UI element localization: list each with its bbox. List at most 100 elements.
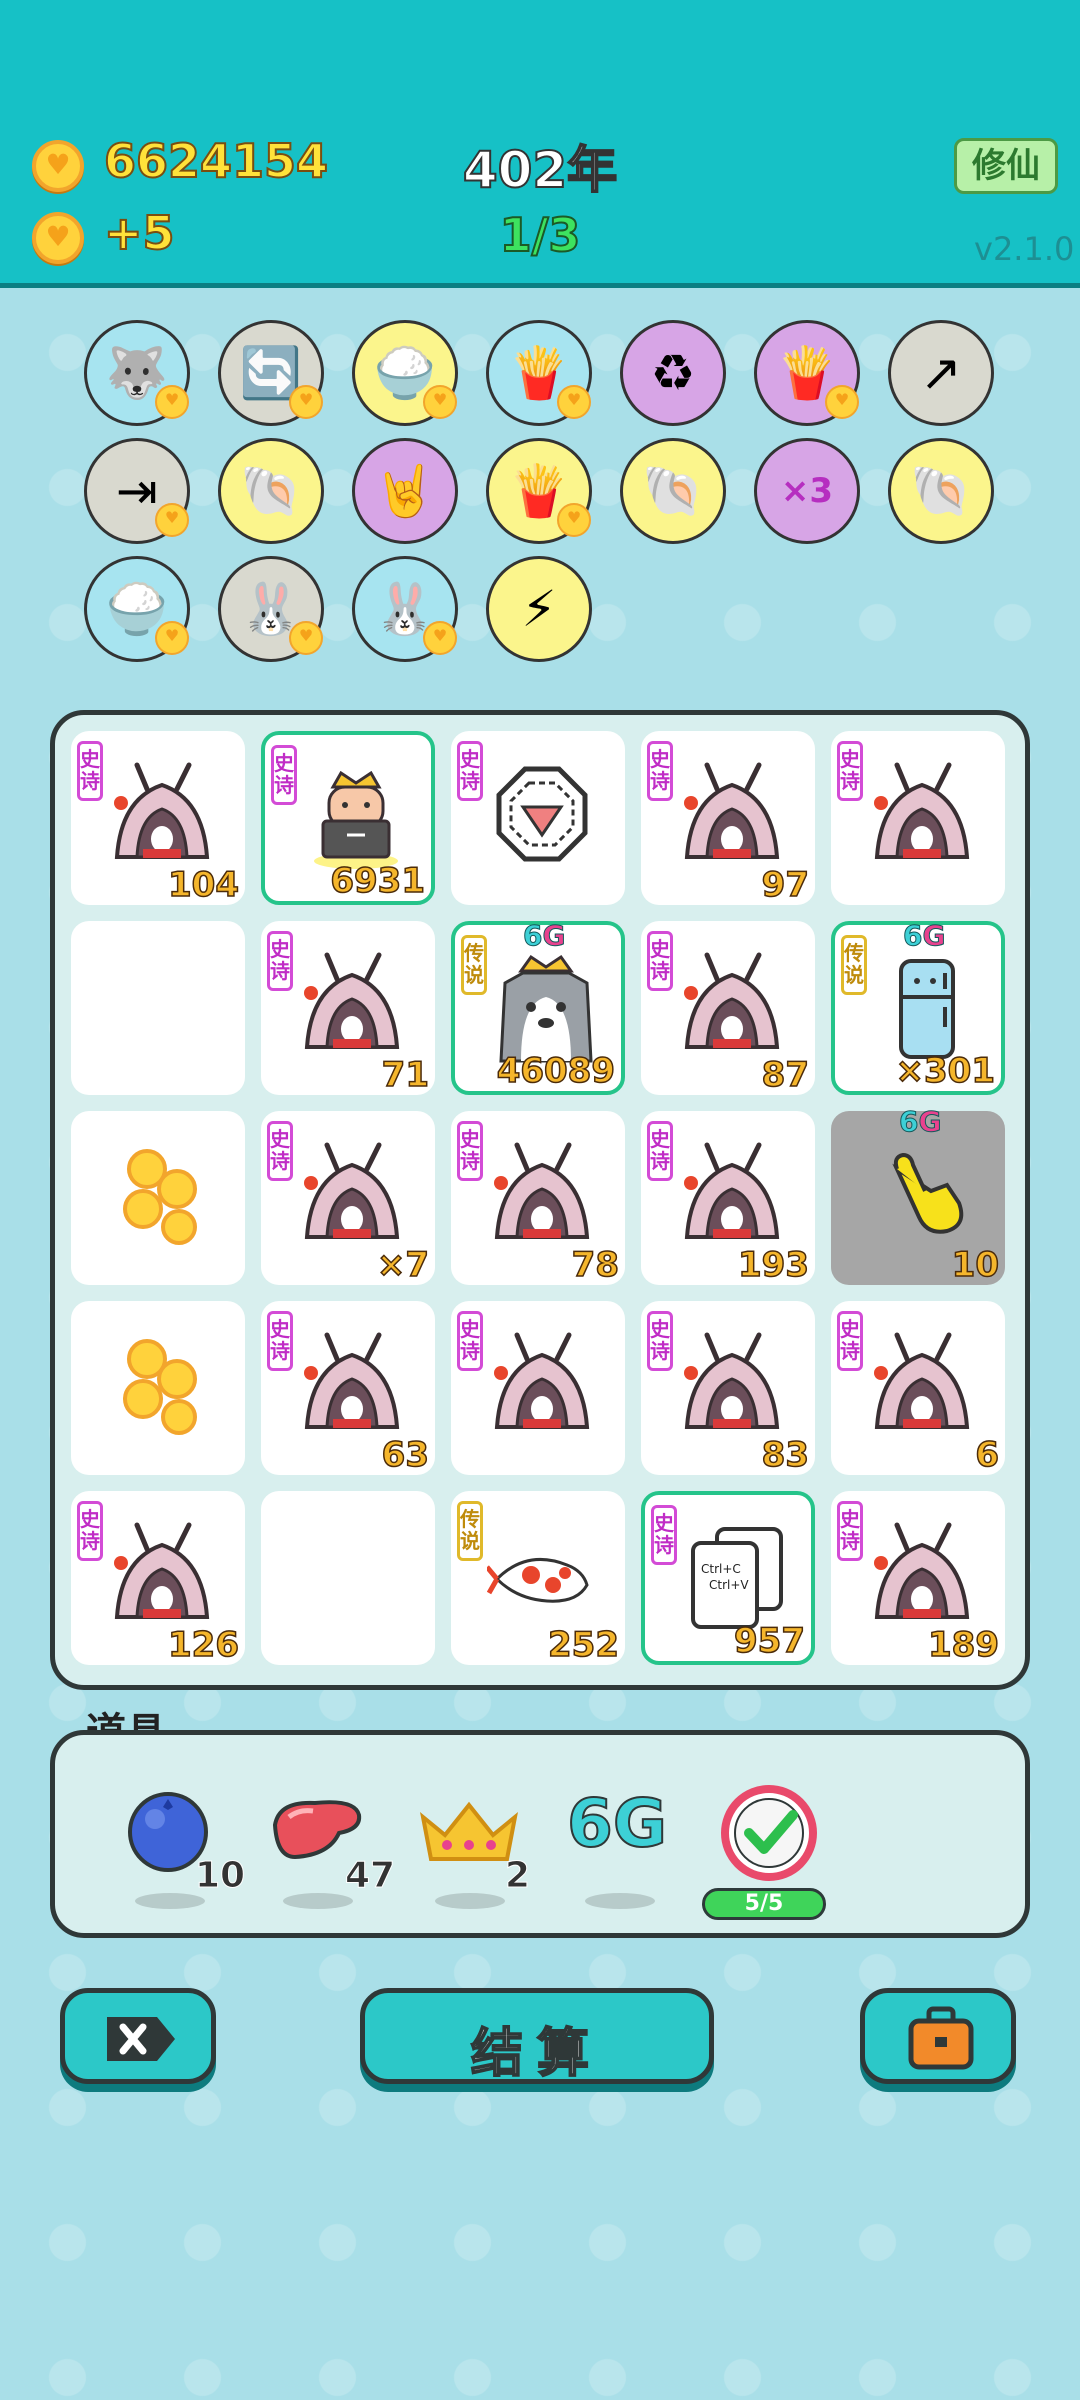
epic-tag: 史诗 bbox=[837, 1311, 863, 1371]
shell-icon[interactable]: 🐚 bbox=[218, 438, 324, 544]
board-cell-rabbit-hut[interactable]: 史诗 71 bbox=[261, 921, 435, 1096]
epic-tag: 史诗 bbox=[267, 1311, 293, 1371]
board-cell-fridge[interactable]: 传说 6G ×301 bbox=[831, 919, 1005, 1095]
rock-hand-icon-glyph: 🤘 bbox=[373, 461, 437, 520]
epic-tag: 史诗 bbox=[647, 1121, 673, 1181]
heart-badge-icon: ♥ bbox=[155, 385, 189, 419]
rock-hand-icon[interactable]: 🤘 bbox=[352, 438, 458, 544]
board-cell-king-face[interactable]: 史诗 6931 bbox=[261, 731, 435, 905]
rabbit-hut-icon bbox=[677, 759, 787, 869]
check-progress: 5/5 bbox=[702, 1888, 826, 1920]
epic-tag: 史诗 bbox=[267, 931, 293, 991]
epic-tag: 史诗 bbox=[271, 745, 297, 805]
shell-icon[interactable]: 🐚 bbox=[620, 438, 726, 544]
cell-count: 193 bbox=[737, 1244, 809, 1286]
exit-button[interactable] bbox=[60, 1988, 216, 2084]
top-bar: 6624154 +5 402年 1/3 修仙 v2.1.0 bbox=[0, 0, 1080, 288]
lightning-icon[interactable]: ⚡ bbox=[486, 556, 592, 662]
recycle-arrows-icon[interactable]: 🔄 ♥ bbox=[218, 320, 324, 426]
cell-count: ×301 bbox=[895, 1050, 996, 1092]
rabbit-hut-icon bbox=[677, 949, 787, 1059]
briefcase-icon bbox=[908, 2006, 974, 2070]
6g-item[interactable]: 6G bbox=[566, 1784, 668, 1863]
board-cell-empty[interactable] bbox=[71, 921, 245, 1095]
cell-count: ×7 bbox=[376, 1244, 430, 1286]
board-cell-bagua[interactable]: 史诗 bbox=[451, 731, 625, 905]
fries-icon[interactable]: 🍟 ♥ bbox=[486, 320, 592, 426]
board-cell-coins-pile[interactable] bbox=[71, 1301, 245, 1475]
recycle-symbol-icon[interactable]: ♻ bbox=[620, 320, 726, 426]
board-cell-rabbit-hut[interactable]: 史诗 78 bbox=[451, 1111, 625, 1286]
multiplier-face-icon[interactable]: ×3 bbox=[754, 438, 860, 544]
heart-badge-icon: ♥ bbox=[289, 621, 323, 655]
skip-icon[interactable]: ⇥ ♥ bbox=[84, 438, 190, 544]
rabbit-hut-icon bbox=[297, 1329, 407, 1439]
settle-button[interactable]: 结算 bbox=[360, 1988, 714, 2085]
inventory-button[interactable] bbox=[860, 1988, 1016, 2084]
fries-icon[interactable]: 🍟 ♥ bbox=[486, 438, 592, 544]
cell-count: 252 bbox=[547, 1624, 619, 1666]
rabbit-hut-icon bbox=[297, 1139, 407, 1249]
legend-tag: 传说 bbox=[841, 935, 867, 995]
legend-tag: 传说 bbox=[461, 935, 487, 995]
board-cell-empty[interactable] bbox=[261, 1491, 435, 1665]
board-cell-rabbit-hut[interactable]: 史诗 63 bbox=[261, 1301, 435, 1476]
cell-count: 87 bbox=[761, 1054, 810, 1096]
husky-dog-icon[interactable]: 🐺 ♥ bbox=[84, 320, 190, 426]
svg-text:Ctrl+V: Ctrl+V bbox=[709, 1578, 749, 1592]
board-cell-coins-pile[interactable] bbox=[71, 1111, 245, 1285]
crown-count: 2 bbox=[504, 1855, 531, 1897]
svg-text:Ctrl+C: Ctrl+C bbox=[701, 1562, 741, 1576]
epic-tag: 史诗 bbox=[837, 741, 863, 801]
board-cell-rabbit-hut[interactable]: 史诗 bbox=[831, 731, 1005, 905]
heart-badge-icon: ♥ bbox=[289, 385, 323, 419]
heart-badge-icon: ♥ bbox=[557, 503, 591, 537]
board-cell-ctrl-c-v[interactable]: Ctrl+C Ctrl+V 史诗 957 bbox=[641, 1491, 815, 1665]
board-cell-rabbit-hut[interactable]: 史诗 97 bbox=[641, 731, 815, 906]
board-cell-husky-king[interactable]: 传说 6G 46089 bbox=[451, 919, 625, 1095]
shell-icon-glyph: 🐚 bbox=[239, 461, 303, 520]
epic-tag: 史诗 bbox=[457, 741, 483, 801]
board-cell-rabbit-hut[interactable]: 史诗 bbox=[451, 1301, 625, 1475]
cell-count: 6931 bbox=[330, 860, 426, 902]
board-cell-rabbit-hut[interactable]: 史诗 193 bbox=[641, 1111, 815, 1286]
board-cell-rabbit-hut[interactable]: 史诗 104 bbox=[71, 731, 245, 906]
board-cell-rabbit-hut[interactable]: 史诗 126 bbox=[71, 1491, 245, 1666]
epic-tag: 史诗 bbox=[457, 1121, 483, 1181]
fries-icon[interactable]: 🍟 ♥ bbox=[754, 320, 860, 426]
board-cell-rabbit-hut[interactable]: 史诗 83 bbox=[641, 1301, 815, 1476]
legend-tag: 传说 bbox=[457, 1501, 483, 1561]
check-icon[interactable] bbox=[719, 1783, 819, 1883]
rice-bowl-icon[interactable]: 🍚 ♥ bbox=[352, 320, 458, 426]
coin-icon bbox=[32, 212, 84, 264]
shell-icon[interactable]: 🐚 bbox=[888, 438, 994, 544]
board-cell-koi-fish[interactable]: 传说 252 bbox=[451, 1491, 625, 1666]
cell-count: 957 bbox=[733, 1620, 805, 1662]
delete-icon bbox=[107, 2017, 175, 2061]
fridge-icon bbox=[871, 953, 981, 1063]
6g-badge: 6G bbox=[902, 919, 946, 953]
coins-pile-icon bbox=[107, 1329, 217, 1439]
rice-bowl-icon[interactable]: 🍚 ♥ bbox=[84, 556, 190, 662]
board-cell-pointing-hand[interactable]: 6G 10 bbox=[831, 1105, 1005, 1286]
coins-pile-icon bbox=[107, 1139, 217, 1249]
multiplier-face-icon-glyph: ×3 bbox=[780, 471, 834, 511]
rabbit-icon[interactable]: 🐰 ♥ bbox=[218, 556, 324, 662]
heart-badge-icon: ♥ bbox=[423, 621, 457, 655]
cultivate-button[interactable]: 修仙 bbox=[954, 138, 1058, 194]
rabbit-hut-icon bbox=[297, 949, 407, 1059]
cell-count: 104 bbox=[167, 864, 239, 906]
board-cell-rabbit-hut[interactable]: 史诗 6 bbox=[831, 1301, 1005, 1476]
board-cell-rabbit-hut[interactable]: 史诗 189 bbox=[831, 1491, 1005, 1666]
cell-count: 71 bbox=[381, 1054, 430, 1096]
heart-badge-icon: ♥ bbox=[825, 385, 859, 419]
item-shadow bbox=[283, 1893, 353, 1909]
rabbit-hut-icon bbox=[107, 759, 217, 869]
pointing-hand-icon bbox=[867, 1139, 977, 1249]
share-arrow-icon[interactable]: ↗ bbox=[888, 320, 994, 426]
board-cell-rabbit-hut[interactable]: 史诗 87 bbox=[641, 921, 815, 1096]
rabbit-icon[interactable]: 🐰 ♥ bbox=[352, 556, 458, 662]
settle-label: 结算 bbox=[470, 2023, 603, 2085]
lightning-icon-glyph: ⚡ bbox=[521, 580, 557, 638]
board-cell-rabbit-hut[interactable]: 史诗 ×7 bbox=[261, 1111, 435, 1286]
